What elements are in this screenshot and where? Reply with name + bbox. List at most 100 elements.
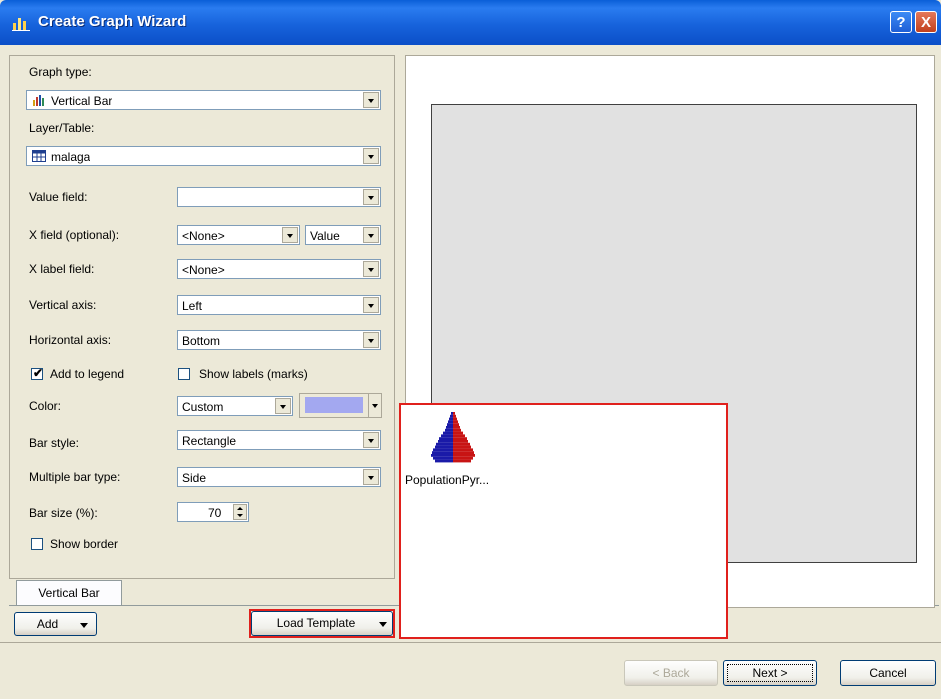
bar-chart-icon (33, 95, 44, 106)
load-template-highlight (249, 609, 395, 638)
chevron-down-icon[interactable] (363, 92, 379, 108)
next-button-label: Next > (752, 666, 788, 680)
chevron-down-icon[interactable] (282, 227, 298, 243)
vertical-axis-value: Left (182, 299, 203, 313)
x-field-type-select[interactable]: Value (305, 225, 381, 245)
chevron-down-icon[interactable] (363, 297, 379, 313)
footer-separator (0, 642, 941, 643)
bar-style-value: Rectangle (182, 434, 237, 448)
chevron-down-icon[interactable] (363, 227, 379, 243)
pyramid-bar (435, 445, 453, 449)
bar-size-label: Bar size (%): (29, 506, 98, 520)
spinner-buttons[interactable] (233, 504, 247, 520)
color-dropdown-arrow[interactable] (368, 394, 381, 417)
back-button-label: < Back (652, 666, 690, 680)
pyramid-bar (449, 417, 453, 421)
chevron-down-icon[interactable] (363, 189, 379, 205)
pyramid-bar (453, 454, 475, 457)
pyramid-bar (446, 426, 453, 429)
pyramid-bar (453, 434, 465, 438)
layer-table-select[interactable]: malaga (26, 146, 381, 166)
chevron-down-icon[interactable] (363, 332, 379, 348)
pyramid-bar (453, 442, 470, 446)
add-to-legend-label: Add to legend (50, 367, 125, 381)
show-border-label: Show border (50, 537, 119, 551)
chevron-down-icon (80, 623, 88, 628)
vertical-axis-select[interactable]: Left (177, 295, 381, 315)
multiple-bar-type-select[interactable]: Side (177, 467, 381, 487)
pyramid-bar (453, 456, 473, 460)
bar-size-value: 70 (208, 506, 222, 520)
pyramid-bar (453, 451, 474, 454)
multiple-bar-type-label: Multiple bar type: (29, 470, 121, 484)
cancel-button[interactable]: Cancel (840, 660, 936, 686)
add-to-legend-checkbox[interactable]: ✔ (31, 366, 44, 380)
pyramid-bar (433, 456, 453, 460)
pyramid-bar (453, 417, 457, 421)
pyramid-bar (448, 420, 453, 424)
pyramid-bar (447, 423, 453, 426)
checkmark-icon: ✔ (33, 366, 44, 380)
spinner-up-icon[interactable] (237, 507, 243, 510)
x-label-field-value: <None> (182, 263, 225, 277)
pyramid-bar (432, 451, 453, 454)
value-field-label: Value field: (29, 190, 88, 204)
pyramid-bar (453, 412, 455, 415)
pyramid-bar (453, 423, 459, 426)
chevron-down-icon[interactable] (275, 398, 291, 414)
graph-wizard-icon (12, 18, 30, 31)
add-button[interactable]: Add (14, 612, 97, 636)
bar-style-label: Bar style: (29, 436, 80, 450)
color-select[interactable]: Custom (177, 396, 293, 416)
pyramid-bar (453, 420, 458, 424)
spinner-down-icon[interactable] (237, 514, 243, 517)
pyramid-bar (453, 431, 463, 435)
chevron-down-icon[interactable] (363, 261, 379, 277)
show-border-checkbox[interactable] (31, 538, 43, 550)
pyramid-bar (453, 448, 473, 452)
table-icon (32, 150, 46, 162)
value-field-select[interactable] (177, 187, 381, 207)
window-title: Create Graph Wizard (38, 13, 187, 30)
x-label-field-select[interactable]: <None> (177, 259, 381, 279)
color-swatch (305, 397, 363, 413)
help-button[interactable]: ? (890, 11, 912, 33)
x-field-value: <None> (182, 229, 225, 243)
x-field-select[interactable]: <None> (177, 225, 300, 245)
pyramid-bar (436, 442, 453, 446)
graph-type-label: Graph type: (29, 65, 92, 79)
bar-size-spinner[interactable]: 70 (177, 502, 249, 522)
bar-style-select[interactable]: Rectangle (177, 430, 381, 450)
color-value: Custom (182, 400, 224, 414)
pyramid-bar (451, 412, 453, 415)
show-labels-label: Show labels (marks) (199, 367, 308, 381)
next-button[interactable]: Next > (723, 660, 817, 686)
pyramid-bar (443, 431, 453, 435)
show-labels-checkbox[interactable] (178, 368, 190, 380)
chevron-down-icon[interactable] (363, 432, 379, 448)
tab-vertical-bar[interactable]: Vertical Bar (16, 580, 122, 606)
chevron-down-icon[interactable] (363, 148, 379, 164)
horizontal-axis-select[interactable]: Bottom (177, 330, 381, 350)
template-item-population-pyramid[interactable]: PopulationPyr... (404, 410, 514, 490)
pyramid-bar (441, 434, 453, 438)
pyramid-bar (431, 454, 453, 457)
chevron-down-icon[interactable] (363, 469, 379, 485)
pyramid-bar (450, 414, 453, 418)
horizontal-axis-label: Horizontal axis: (29, 333, 112, 347)
add-button-label: Add (36, 617, 59, 631)
x-field-type-value: Value (310, 229, 340, 243)
cancel-button-label: Cancel (869, 666, 907, 680)
pyramid-bar (433, 448, 453, 452)
tab-label: Vertical Bar (38, 586, 100, 600)
close-button[interactable]: X (915, 11, 937, 33)
x-field-label: X field (optional): (29, 228, 120, 242)
color-picker-button[interactable] (299, 393, 382, 418)
back-button[interactable]: < Back (624, 660, 718, 686)
pyramid-bar (453, 445, 471, 449)
pyramid-bar (453, 440, 468, 443)
multiple-bar-type-value: Side (182, 471, 207, 485)
graph-type-select[interactable]: Vertical Bar (26, 90, 381, 110)
pyramid-bar (435, 459, 453, 463)
x-label-field-label: X label field: (29, 262, 95, 276)
